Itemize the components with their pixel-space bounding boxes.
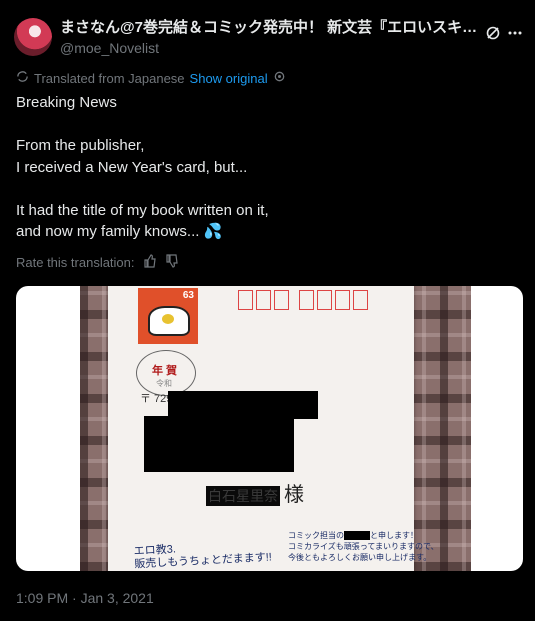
translation-notice: Translated from Japanese Show original — [16, 70, 286, 86]
post-timestamp[interactable]: 1:09 PM · Jan 3, 2021 — [16, 590, 154, 606]
postmark-sub: 令和 — [156, 379, 172, 388]
handwritten-line: と申します！ — [370, 531, 418, 540]
post-header: まさなん@7巻完結＆コミック発売中！ 新文芸『エロいスキルで異… @moe_No… — [14, 14, 522, 58]
sweat-emoji: 💦 — [203, 223, 223, 240]
rate-label: Rate this translation: — [16, 255, 135, 270]
post-line: I received a New Year's card, but... — [16, 158, 248, 176]
translate-icon — [16, 70, 29, 86]
postmark-text: 年 賀 — [152, 365, 178, 377]
post-line-text: and now my family knows... — [16, 223, 200, 240]
grok-icon[interactable] — [484, 24, 502, 42]
redaction-bar — [344, 531, 370, 541]
stamp-value: 63 — [182, 290, 194, 301]
post-body: Breaking News From the publisher, I rece… — [16, 92, 516, 243]
rate-translation: Rate this translation: — [16, 254, 179, 271]
new-year-postcard: 63 年 賀 令和 〒 729- 白石星里奈 様 エロ教3. 販売しもうちょとだ… — [108, 286, 439, 571]
thumbs-down-icon[interactable] — [165, 254, 179, 271]
post-image[interactable]: 63 年 賀 令和 〒 729- 白石星里奈 様 エロ教3. 販売しもうちょとだ… — [16, 286, 523, 571]
handwritten-line: コミカライズも頑張ってまいりますので、 — [288, 542, 439, 551]
ox-illustration — [148, 306, 190, 336]
postal-code-boxes — [238, 290, 368, 310]
redaction-block — [144, 416, 294, 472]
redaction-bar — [168, 391, 318, 419]
handwritten-line: 今後ともよろしくお願い申し上げます。 — [288, 553, 432, 562]
show-original-link[interactable]: Show original — [190, 71, 268, 86]
postcard-photo: 63 年 賀 令和 〒 729- 白石星里奈 様 エロ教3. 販売しもうちょとだ… — [80, 286, 471, 571]
honorific: 様 — [284, 484, 304, 506]
post-line: and now my family knows... 💦 — [16, 221, 516, 243]
translation-note: Translated from Japanese — [34, 70, 185, 86]
settings-icon[interactable] — [273, 70, 286, 86]
post-line: It had the title of my book written on i… — [16, 201, 269, 219]
postage-stamp: 63 — [138, 288, 198, 344]
author-display-name[interactable]: まさなん@7巻完結＆コミック発売中！ 新文芸『エロいスキルで異… — [60, 18, 480, 38]
avatar[interactable] — [14, 18, 52, 56]
recipient-name: 白石星里奈 様 — [206, 478, 304, 507]
handwritten-note-right: コミック担当の と申します！ コミカライズも頑張ってまいりますので、 今後ともよろ… — [288, 530, 439, 563]
handwritten-line: コミック担当の — [288, 531, 344, 540]
more-icon[interactable] — [506, 24, 524, 42]
author-handle[interactable]: @moe_Novelist — [60, 38, 480, 58]
post-line: Breaking News — [16, 94, 117, 111]
recipient-name-text: 白石星里奈 — [206, 486, 280, 506]
author-names: まさなん@7巻完結＆コミック発売中！ 新文芸『エロいスキルで異… @moe_No… — [60, 18, 480, 58]
post-line: From the publisher, — [16, 137, 145, 154]
handwritten-note-left: エロ教3. 販売しもうちょとだまます!! — [133, 538, 272, 571]
thumbs-up-icon[interactable] — [143, 254, 157, 271]
